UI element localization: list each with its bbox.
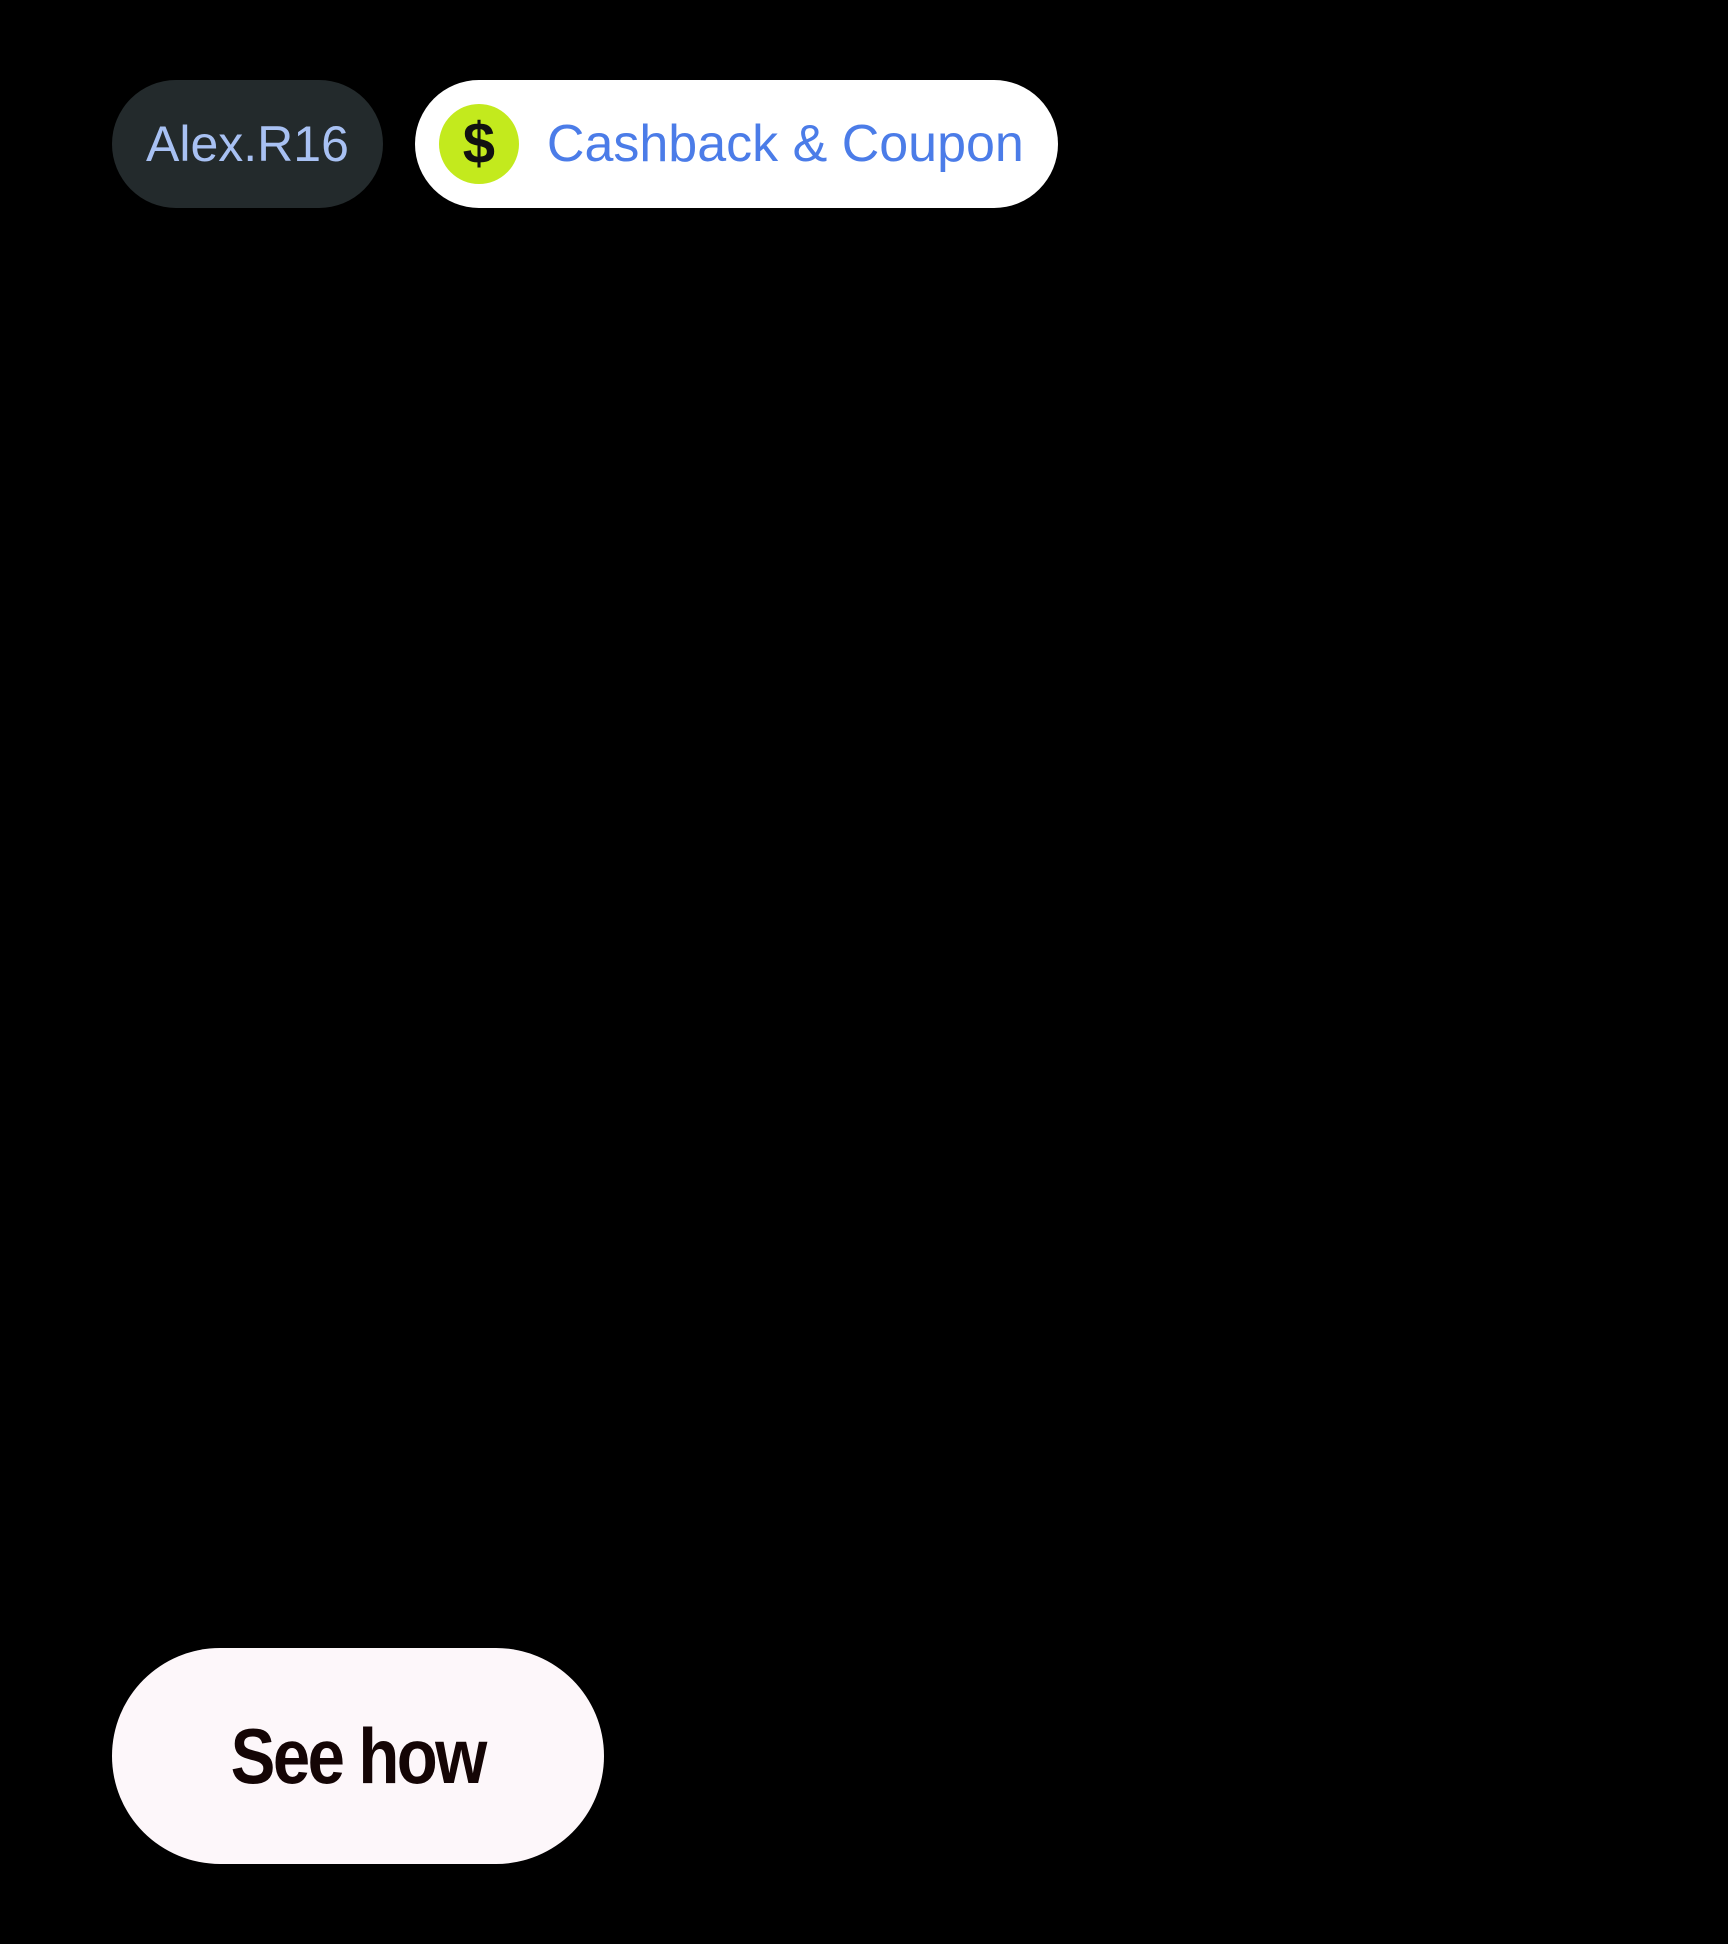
user-chip-label: Alex.R16 (146, 116, 349, 172)
see-how-button[interactable]: See how (112, 1648, 604, 1864)
see-how-label: See how (230, 1711, 488, 1800)
cashback-chip-label: Cashback & Coupon (546, 115, 1024, 173)
cashback-coupon-chip[interactable]: $ Cashback & Coupon (414, 80, 1058, 208)
top-chip-row: Alex.R16 $ Cashback & Coupon (112, 80, 1058, 208)
page: { "header": { "user_chip": { "label": "A… (0, 0, 1728, 1944)
dollar-icon: $ (438, 104, 519, 184)
user-chip[interactable]: Alex.R16 (112, 80, 383, 208)
